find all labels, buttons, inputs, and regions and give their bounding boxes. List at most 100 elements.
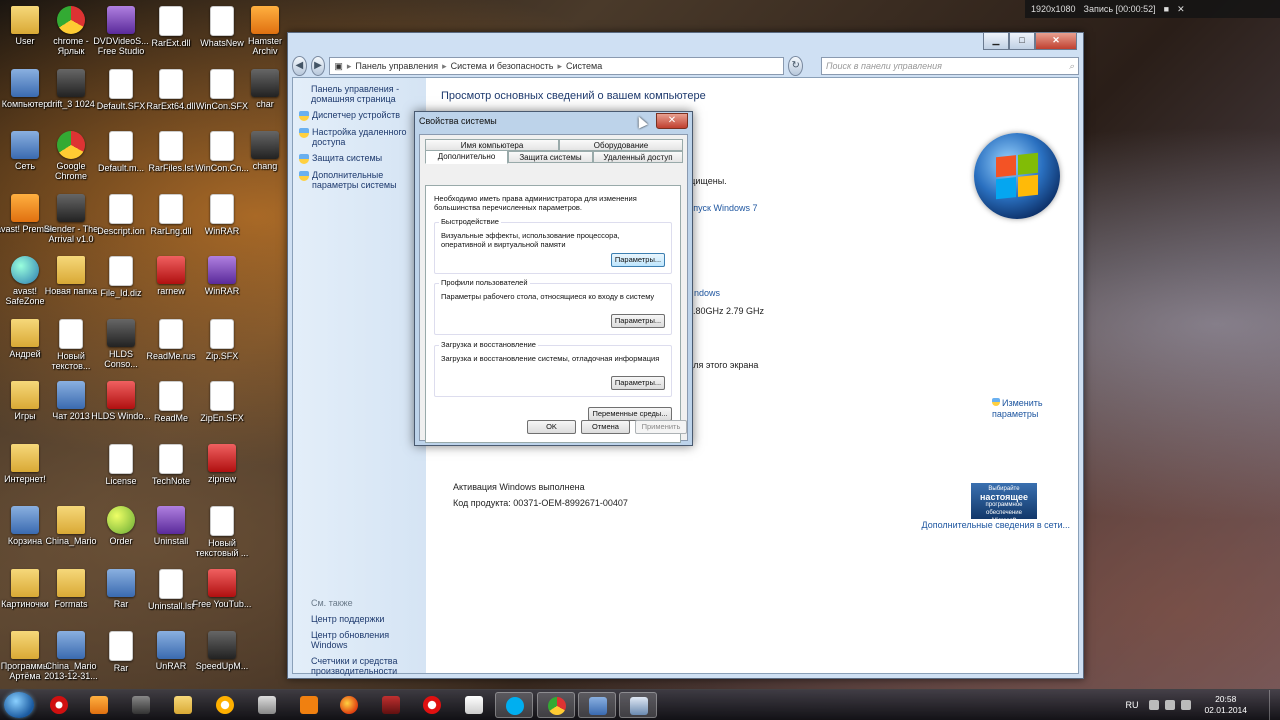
search-placeholder: Поиск в панели управления	[826, 61, 942, 71]
edition-link[interactable]: выпуск Windows 7	[682, 203, 757, 213]
doc-icon	[210, 318, 234, 349]
profiles-text: Параметры рабочего стола, относящиеся ко…	[441, 292, 655, 301]
desktop-icon[interactable]: SpeedUpM...	[192, 631, 252, 671]
ok-button[interactable]: OK	[527, 420, 576, 434]
taskbar-opera[interactable]	[40, 692, 78, 718]
recorder-stop-icon[interactable]: ■	[1164, 4, 1169, 14]
more-info-link[interactable]: Дополнительные сведения в сети...	[922, 520, 1071, 530]
doc-icon	[159, 318, 183, 349]
desktop-icon[interactable]: Zip.SFX	[192, 318, 252, 361]
forward-button[interactable]: ▶	[310, 56, 326, 76]
change-settings-link[interactable]: Изменить параметры	[992, 398, 1052, 420]
refresh-button[interactable]: ↻	[788, 56, 804, 76]
doc-icon	[210, 193, 234, 224]
taskbar-skype[interactable]	[495, 692, 533, 718]
app-icon	[157, 631, 185, 659]
startup-settings-button[interactable]: Параметры...	[611, 376, 665, 390]
network-icon[interactable]	[1165, 700, 1176, 710]
back-button[interactable]: ◀	[292, 56, 307, 76]
desktop-icon[interactable]: Интернет!	[0, 443, 55, 484]
device-manager-link[interactable]: Диспетчер устройств	[299, 110, 420, 121]
show-desktop-button[interactable]	[1269, 690, 1280, 720]
genuine-microsoft-badge[interactable]: Выбирайте настоящее программное обеспече…	[971, 483, 1037, 524]
search-input[interactable]: Поиск в панели управления ⌕	[821, 57, 1080, 75]
desktop-icon[interactable]: WinRAR	[192, 256, 252, 296]
red-app-icon	[382, 696, 400, 714]
app-icon	[107, 568, 135, 597]
profiles-settings-button[interactable]: Параметры...	[611, 314, 665, 328]
red-icon	[157, 256, 185, 284]
recorder-bar: 1920x1080 Запись [00:00:52] ■ ✕	[1025, 0, 1280, 18]
advanced-settings-link[interactable]: Дополнительные параметры системы	[299, 170, 420, 190]
taskbar-chrome[interactable]	[537, 692, 575, 718]
breadcrumb-security[interactable]: Система и безопасность	[451, 61, 554, 71]
folder-icon	[11, 381, 39, 409]
control-panel-home-link[interactable]: Панель управления - домашняя страница	[299, 84, 420, 104]
desktop-icon[interactable]: Free YouTub...	[192, 568, 252, 609]
system-properties-dialog: Свойства системы ✕ Имя компьютера Оборуд…	[414, 111, 693, 446]
shield-icon	[299, 154, 309, 164]
desktop-icon[interactable]: Новый текстовый ...	[192, 506, 252, 558]
taskbar-odnoklassniki[interactable]	[290, 692, 328, 718]
cancel-button[interactable]: Отмена	[581, 420, 630, 434]
close-button[interactable]: ✕	[1035, 32, 1077, 50]
dialog-close-button[interactable]: ✕	[656, 113, 688, 129]
taskbar-system-properties[interactable]	[619, 692, 657, 718]
performance-title: Быстродействие	[439, 217, 501, 226]
taskbar-mail-agent[interactable]	[206, 692, 244, 718]
language-indicator[interactable]: RU	[1125, 700, 1138, 710]
taskbar-yandex[interactable]	[413, 692, 451, 718]
product-key: Код продукта: 00371-OEM-8992671-00407	[453, 498, 628, 508]
orange-icon	[11, 193, 39, 222]
page-title: Просмотр основных сведений о вашем компь…	[441, 90, 706, 102]
desktop-icon[interactable]: char	[235, 68, 295, 109]
minimize-button[interactable]: ▁	[983, 32, 1009, 50]
doc-icon	[159, 68, 183, 99]
taskbar-app-red[interactable]	[372, 692, 410, 718]
action-center-link[interactable]: Центр поддержки	[311, 614, 421, 624]
game-icon	[132, 696, 150, 714]
recorder-close-icon[interactable]: ✕	[1177, 4, 1185, 15]
desktop-icon[interactable]: WinRAR	[192, 193, 252, 236]
volume-icon[interactable]	[1181, 700, 1192, 710]
performance-settings-button[interactable]: Параметры...	[611, 253, 665, 267]
taskbar-notepad[interactable]	[455, 692, 493, 718]
tab-system-protection[interactable]: Защита системы	[508, 151, 593, 163]
apply-button[interactable]: Применить	[635, 420, 687, 434]
desktop-icon[interactable]: ZipEn.SFX	[192, 381, 252, 423]
purple-icon	[107, 6, 135, 34]
tab-hardware[interactable]: Оборудование	[559, 139, 683, 151]
skype-icon	[506, 697, 524, 715]
tab-remote[interactable]: Удаленный доступ	[593, 151, 683, 163]
desktop-icon[interactable]: Hamster Archiv	[235, 6, 295, 56]
taskbar-media-player[interactable]	[80, 692, 118, 718]
taskbar-tool[interactable]	[248, 692, 286, 718]
chrome-icon	[57, 6, 85, 34]
remote-settings-link[interactable]: Настройка удаленного доступа	[299, 127, 420, 147]
startup-recovery-group: Загрузка и восстановление Загрузка и вос…	[434, 340, 672, 397]
maximize-button[interactable]: □	[1009, 32, 1035, 50]
windows-rating-link[interactable]: ndows	[694, 288, 720, 298]
start-button[interactable]	[4, 692, 34, 718]
user-profiles-group: Профили пользователей Параметры рабочего…	[434, 278, 672, 335]
folder-icon	[11, 568, 39, 597]
breadcrumb-system[interactable]: Система	[566, 61, 602, 71]
taskbar-game[interactable]	[122, 692, 160, 718]
breadcrumb-control-panel[interactable]: Панель управления	[355, 61, 438, 71]
app-icon	[11, 68, 39, 97]
taskbar-control-panel[interactable]	[578, 692, 616, 718]
performance-tools-link[interactable]: Счетчики и средства производительности	[311, 656, 421, 676]
clock[interactable]: 20:58 02.01.2014	[1204, 694, 1247, 716]
doc-icon	[109, 256, 133, 286]
address-bar[interactable]: ▣ ▸ Панель управления ▸ Система и безопа…	[329, 57, 785, 75]
mail-agent-icon	[216, 696, 234, 714]
environment-variables-button[interactable]: Переменные среды...	[588, 407, 672, 421]
system-protection-link[interactable]: Защита системы	[299, 153, 420, 164]
taskbar-explorer[interactable]	[164, 692, 202, 718]
tray-arrow-icon[interactable]	[1149, 700, 1160, 710]
desktop-icon[interactable]: chang	[235, 131, 295, 171]
desktop-icon[interactable]: zipnew	[192, 443, 252, 484]
taskbar-firefox[interactable]	[330, 692, 368, 718]
windows-update-link[interactable]: Центр обновления Windows	[311, 630, 421, 650]
tab-advanced[interactable]: Дополнительно	[425, 150, 508, 164]
